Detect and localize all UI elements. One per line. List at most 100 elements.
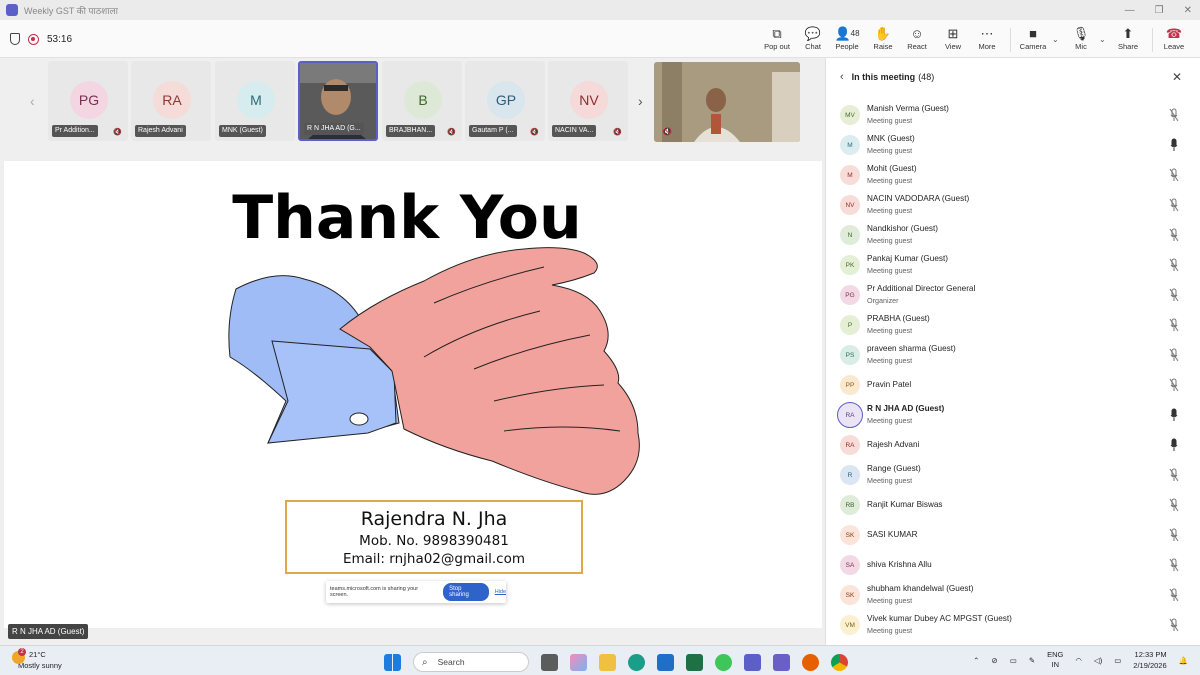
mic-off-icon[interactable] — [1169, 528, 1179, 542]
tile-name: Gautam P (... — [469, 125, 517, 137]
pen-icon[interactable]: ✎ — [1029, 656, 1035, 665]
mic-off-icon[interactable] — [1169, 588, 1179, 602]
mic-off-icon[interactable] — [1169, 348, 1179, 362]
participant-row[interactable]: RA Rajesh Advani — [826, 431, 1200, 461]
tray-chevron-icon[interactable]: ⌃ — [973, 656, 979, 665]
back-chevron-icon[interactable]: ‹ — [840, 71, 844, 83]
mic-off-icon[interactable] — [1169, 198, 1179, 212]
close-window-icon[interactable]: ✕ — [1184, 5, 1192, 16]
volume-icon[interactable]: ◁) — [1094, 656, 1102, 665]
wifi-icon[interactable]: ◠ — [1075, 656, 1082, 665]
mic-on-icon[interactable] — [1169, 408, 1179, 422]
scroll-right-arrow-icon[interactable]: › — [638, 93, 643, 109]
mic-off-icon[interactable] — [1169, 498, 1179, 512]
taskbar-search[interactable]: ⌕ Search — [413, 652, 529, 672]
avatar: M — [840, 135, 860, 155]
participant-row[interactable]: PG Pr Additional Director General Organize… — [826, 281, 1200, 311]
clock[interactable]: 12:33 PM 2/19/2026 — [1133, 649, 1166, 671]
participant-row[interactable]: MV Manish Verma (Guest) Meeting guest — [826, 101, 1200, 131]
remote-video-feed[interactable]: 🔇 — [654, 62, 800, 142]
avatar: PG — [840, 285, 860, 305]
participant-video-tile[interactable]: R N JHA AD (G... — [298, 61, 378, 141]
task-view-icon[interactable] — [541, 653, 558, 671]
pop-out-button[interactable]: ⧉ Pop out — [757, 26, 797, 51]
participant-list: MV Manish Verma (Guest) Meeting guest M MNK … — [826, 101, 1200, 641]
display-icon[interactable]: ▭ — [1010, 656, 1017, 665]
mic-on-icon[interactable] — [1169, 438, 1179, 452]
mic-button[interactable]: 🎙 Mic — [1061, 26, 1101, 51]
mic-off-icon[interactable] — [1169, 258, 1179, 272]
hide-share-bar-link[interactable]: Hide — [495, 589, 506, 595]
participant-row[interactable]: PK Pankaj Kumar (Guest) Meeting guest — [826, 251, 1200, 281]
stop-sharing-button[interactable]: Stop sharing — [443, 583, 489, 601]
share-button[interactable]: ⬆ Share — [1108, 26, 1148, 51]
weather-widget[interactable]: 2 21°C Mostly sunny — [12, 648, 62, 670]
mic-off-icon[interactable] — [1169, 618, 1179, 632]
leave-button[interactable]: ☎ Leave — [1154, 26, 1194, 51]
whatsapp-icon[interactable] — [715, 653, 732, 671]
mic-off-icon[interactable] — [1169, 108, 1179, 122]
scroll-left-arrow-icon[interactable]: ‹ — [30, 93, 35, 109]
tile-name: MNK (Guest) — [219, 125, 266, 137]
participant-tile[interactable]: NV NACIN VA... 🔇 — [548, 61, 628, 141]
maximize-icon[interactable]: ❐ — [1155, 5, 1164, 16]
camera-button[interactable]: ■ Camera — [1013, 26, 1053, 51]
participant-row[interactable]: NV NACIN VADODARA (Guest) Meeting guest — [826, 191, 1200, 221]
mic-on-icon[interactable] — [1169, 138, 1179, 152]
participant-row[interactable]: VM Vivek kumar Dubey AC MPGST (Guest) Meet… — [826, 611, 1200, 641]
more-button[interactable]: ⋯ More — [967, 26, 1007, 51]
mic-off-icon[interactable] — [1169, 168, 1179, 182]
mic-off-icon[interactable] — [1169, 318, 1179, 332]
participant-row[interactable]: P PRABHA (Guest) Meeting guest — [826, 311, 1200, 341]
mic-off-icon[interactable] — [1169, 228, 1179, 242]
participant-row[interactable]: M MNK (Guest) Meeting guest — [826, 131, 1200, 161]
notifications-icon[interactable]: 🔔 — [1179, 656, 1188, 665]
participant-row[interactable]: R Range (Guest) Meeting guest — [826, 461, 1200, 491]
mic-off-icon[interactable] — [1169, 378, 1179, 392]
participant-tile[interactable]: RA Rajesh Advani — [131, 61, 211, 141]
participant-row[interactable]: PS praveen sharma (Guest) Meeting guest — [826, 341, 1200, 371]
minimize-icon[interactable]: — — [1125, 5, 1135, 16]
firefox-icon[interactable] — [802, 653, 819, 671]
people-button[interactable]: 👤48 People — [827, 26, 867, 51]
react-button[interactable]: ☺ React — [897, 26, 937, 51]
participant-tile[interactable]: M MNK (Guest) — [215, 61, 295, 141]
participant-row[interactable]: SA shiva Krishna Allu — [826, 551, 1200, 581]
battery-icon[interactable]: ▭ — [1114, 656, 1121, 665]
close-panel-icon[interactable]: ✕ — [1172, 70, 1182, 84]
participant-row[interactable]: PP Pravin Patel — [826, 371, 1200, 401]
participant-role: Meeting guest — [867, 596, 913, 605]
file-explorer-icon[interactable] — [599, 653, 616, 671]
windows-start-icon[interactable] — [384, 653, 401, 671]
participant-row[interactable]: SK SASI KUMAR — [826, 521, 1200, 551]
participant-row[interactable]: M Mohit (Guest) Meeting guest — [826, 161, 1200, 191]
participant-tile[interactable]: PG Pr Addition... 🔇 — [48, 61, 128, 141]
avatar: VM — [840, 615, 860, 635]
teams-icon[interactable] — [744, 653, 761, 671]
participant-row[interactable]: RB Ranjit Kumar Biswas — [826, 491, 1200, 521]
participant-role: Meeting guest — [867, 626, 913, 635]
mic-off-icon[interactable] — [1169, 468, 1179, 482]
participant-row[interactable]: N Nandkishor (Guest) Meeting guest — [826, 221, 1200, 251]
title-bar: Weekly GST की पाठशाला — ❐ ✕ — [0, 0, 1200, 20]
participant-tile[interactable]: B BRAJBHAN... 🔇 — [382, 61, 462, 141]
participant-row[interactable]: RA R N JHA AD (Guest) Meeting guest — [826, 401, 1200, 431]
mic-off-icon[interactable] — [1169, 288, 1179, 302]
camera-options-chevron-icon[interactable]: ⌄ — [1052, 35, 1059, 44]
mic-options-chevron-icon[interactable]: ⌄ — [1099, 35, 1106, 44]
participant-tile[interactable]: GP Gautam P (... 🔇 — [465, 61, 545, 141]
input-language[interactable]: ENG IN — [1047, 650, 1063, 670]
teams-classic-icon[interactable] — [773, 653, 790, 671]
focus-icon[interactable]: ⊘ — [991, 656, 997, 665]
avatar: RA — [153, 81, 191, 119]
chrome-icon[interactable] — [831, 653, 848, 671]
participant-role: Meeting guest — [867, 206, 913, 215]
excel-icon[interactable] — [686, 653, 703, 671]
store-icon[interactable] — [657, 653, 674, 671]
participant-row[interactable]: SK shubham khandelwal (Guest) Meeting gues… — [826, 581, 1200, 611]
participant-role: Meeting guest — [867, 176, 913, 185]
tile-name: BRAJBHAN... — [386, 125, 436, 137]
copilot-icon[interactable] — [570, 653, 587, 671]
edge-icon[interactable] — [628, 653, 645, 671]
mic-off-icon[interactable] — [1169, 558, 1179, 572]
